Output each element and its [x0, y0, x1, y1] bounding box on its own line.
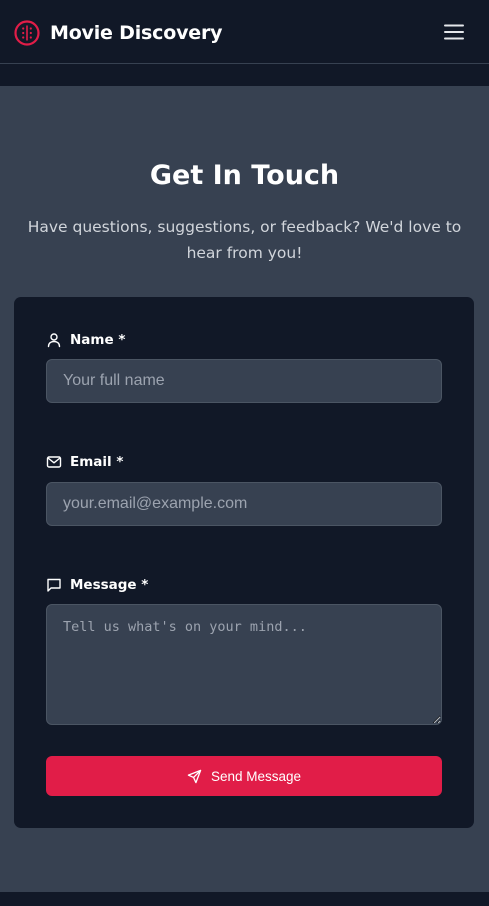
page-title: Get In Touch: [149, 160, 340, 191]
mail-icon: [46, 456, 62, 468]
brand-title: Movie Discovery: [50, 22, 223, 44]
name-label-text: Name *: [70, 332, 126, 348]
contact-form: Name * Email * Message * Send Me: [14, 297, 474, 828]
message-textarea[interactable]: [46, 604, 442, 725]
message-label: Message *: [46, 575, 148, 595]
message-label-text: Message *: [70, 577, 149, 593]
user-icon: [47, 333, 61, 348]
name-input[interactable]: [46, 359, 442, 403]
film-reel-icon: [14, 20, 40, 46]
hamburger-menu-icon: [444, 24, 464, 40]
name-label: Name *: [46, 330, 125, 350]
page-subtitle: Have questions, suggestions, or feedback…: [27, 218, 462, 262]
email-label-text: Email *: [70, 454, 124, 470]
hamburger-menu-button[interactable]: [443, 21, 465, 43]
send-message-label: Send Message: [210, 768, 302, 784]
brand[interactable]: Movie Discovery: [14, 20, 222, 46]
footer-edge: [0, 892, 489, 906]
message-square-icon: [47, 578, 61, 592]
email-input[interactable]: [46, 482, 442, 526]
header-spacer: [0, 64, 489, 86]
top-nav-bar: Movie Discovery: [0, 0, 489, 64]
email-label: Email *: [46, 452, 123, 472]
send-message-button[interactable]: Send Message: [46, 756, 442, 796]
send-icon: [187, 769, 202, 783]
contact-section: Get In Touch Have questions, suggestions…: [0, 86, 489, 892]
